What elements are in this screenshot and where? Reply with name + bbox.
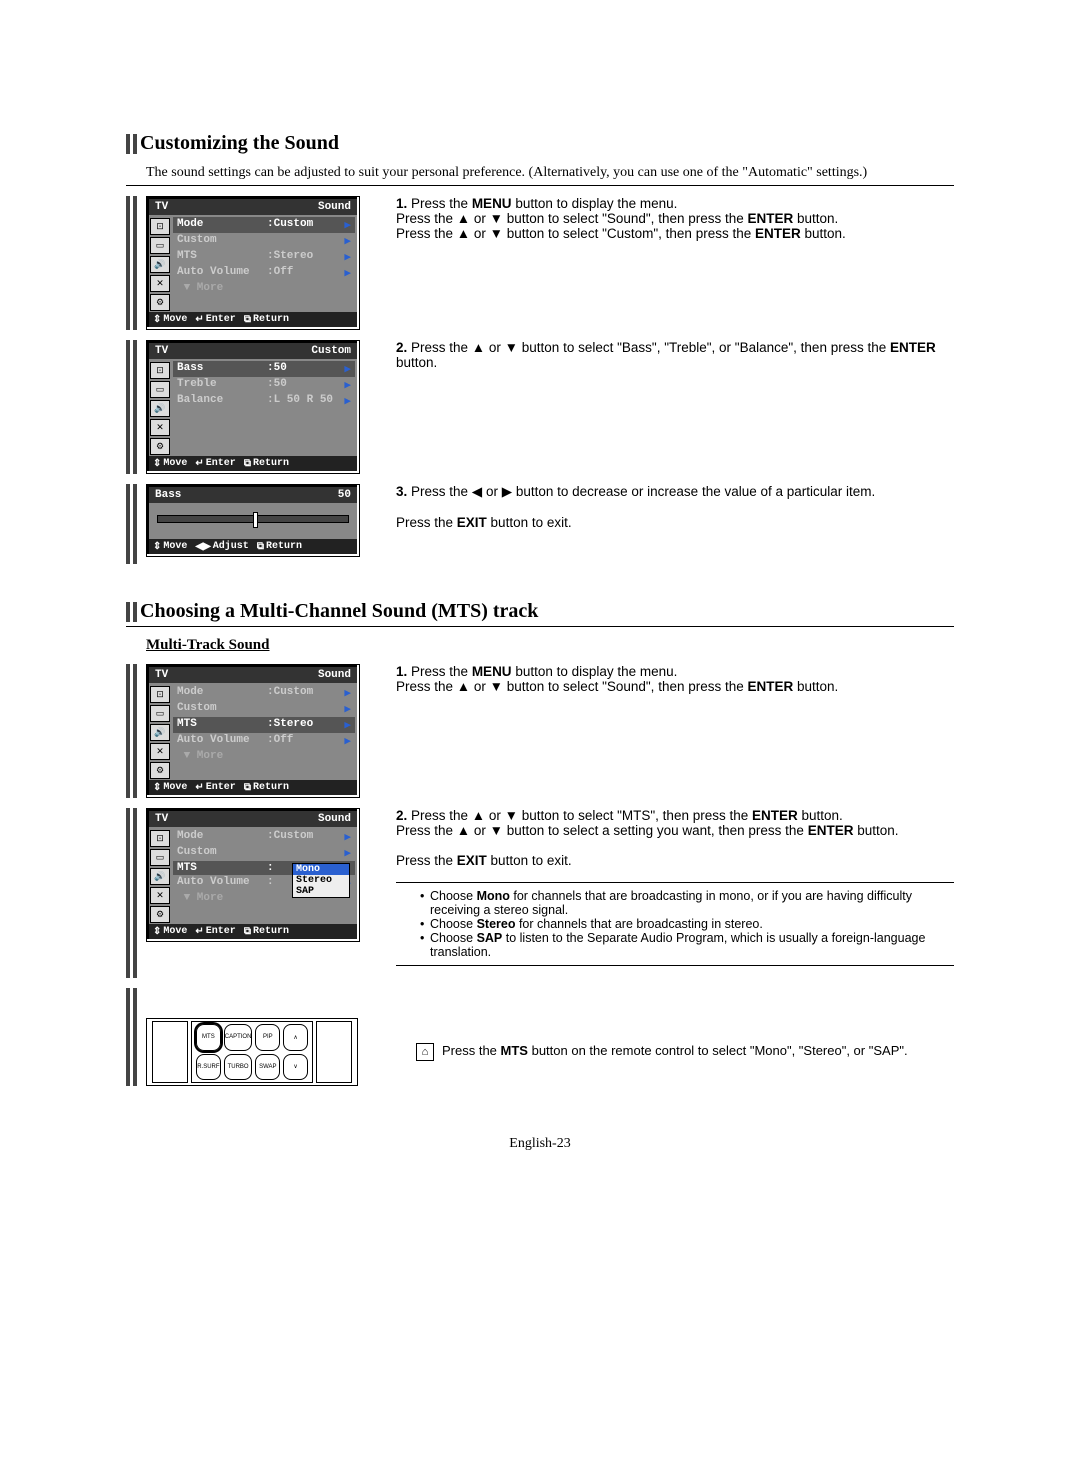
return-icon: ⧉ (257, 541, 264, 552)
tv-icon: ▭ (150, 237, 170, 254)
sliders-icon: ⚙ (150, 294, 170, 311)
osd-item-custom: Custom▶ (173, 701, 355, 717)
osd-item-mode: Mode: Custom▶ (173, 685, 355, 701)
osd-item-more: ▼ More (173, 281, 355, 295)
step-1: 1. Press the MENU button to display the … (396, 196, 954, 241)
osd-custom-menu: TV Custom ⊡ ▭ 🔊 ✕ ⚙ Bass : (146, 340, 360, 474)
osd-sound-menu-mts-open: TVSound ⊡ ▭ 🔊 ✕ ⚙ Mode: Custom▶ Custom▶ … (146, 808, 360, 942)
sliders-icon: ⚙ (150, 906, 170, 923)
setup-icon: ✕ (150, 743, 170, 760)
arrow-right-icon: ▶ (341, 394, 351, 408)
arrow-right-icon: ▶ (341, 218, 351, 232)
remote-swap-button: SWAP (255, 1054, 280, 1081)
step-2: 2. Press the ▲ or ▼ button to select "Ba… (396, 340, 954, 370)
move-icon: ⇕ (153, 458, 161, 469)
slider-name: Bass (155, 489, 181, 501)
slider-track (157, 515, 349, 523)
subsection-title: Multi-Track Sound (146, 637, 954, 654)
picture-icon: ⊡ (150, 830, 170, 847)
osd-item-custom: Custom▶ (173, 845, 355, 861)
arrow-right-icon: ▶ (341, 234, 351, 248)
sliders-icon: ⚙ (150, 438, 170, 455)
remote-pip-button: PIP (255, 1024, 280, 1051)
step-b1: 1. Press the MENU button to display the … (396, 664, 954, 694)
step-b2: 2. Press the ▲ or ▼ button to select "MT… (396, 808, 954, 868)
adjust-icon: ◀▶ (195, 541, 210, 552)
step-3: 3. Press the ◀ or ▶ button to decrease o… (396, 484, 954, 530)
osd-item-treble: Treble : 50 ▶ (173, 377, 355, 393)
osd-menu-title: Sound (318, 201, 351, 213)
move-icon: ⇕ (153, 314, 161, 325)
return-icon: ⧉ (244, 458, 251, 469)
osd-item-mts: MTS: Stereo▶ (173, 717, 355, 733)
osd-sidebar-icons: ⊡ ▭ 🔊 ✕ ⚙ (149, 359, 171, 456)
mts-option-sap: SAP (293, 886, 349, 897)
sound-icon: 🔊 (150, 400, 170, 417)
arrow-right-icon: ▶ (341, 362, 351, 376)
mts-option-mono: Mono (293, 864, 349, 875)
remote-rsurf-button: R.SURF (196, 1054, 221, 1081)
mts-submenu: Mono Stereo SAP (292, 863, 350, 898)
mts-notes: •Choose Mono for channels that are broad… (396, 882, 954, 966)
section-header: Choosing a Multi-Channel Sound (MTS) tra… (126, 600, 954, 623)
picture-icon: ⊡ (150, 218, 170, 235)
osd-item-custom: Custom ▶ (173, 233, 355, 249)
mts-option-stereo: Stereo (293, 875, 349, 886)
remote-turbo-button: TURBO (224, 1054, 253, 1081)
enter-icon: ↵ (195, 458, 203, 469)
remote-mts-button: MTS (196, 1024, 221, 1051)
remote-caption-button: CAPTION (224, 1024, 253, 1051)
osd-tv-label: TV (155, 201, 168, 213)
setup-icon: ✕ (150, 275, 170, 292)
slider-thumb (253, 512, 258, 528)
osd-item-autovolume: Auto Volume : Off ▶ (173, 265, 355, 281)
section-desc: The sound settings can be adjusted to su… (126, 161, 954, 186)
osd-item-more: ▼ More (173, 749, 355, 763)
osd-item-mode: Mode: Custom▶ (173, 829, 355, 845)
sound-icon: 🔊 (150, 256, 170, 273)
remote-tip-icon: ⌂ (416, 1043, 434, 1061)
remote-diagram: MTS CAPTION PIP ∧ R.SURF TURBO SWAP ∨ (146, 1018, 358, 1086)
arrow-right-icon: ▶ (341, 378, 351, 392)
osd-sidebar-icons: ⊡ ▭ 🔊 ✕ ⚙ (149, 215, 171, 312)
osd-item-mode: Mode : Custom ▶ (173, 217, 355, 233)
section-title: Choosing a Multi-Channel Sound (MTS) tra… (140, 600, 538, 623)
remote-ch-down-button: ∨ (283, 1054, 308, 1081)
sliders-icon: ⚙ (150, 762, 170, 779)
slider-value: 50 (338, 489, 351, 501)
move-icon: ⇕ (153, 541, 161, 552)
sound-icon: 🔊 (150, 868, 170, 885)
tv-icon: ▭ (150, 705, 170, 722)
remote-mts-note: ⌂ Press the MTS button on the remote con… (396, 1043, 954, 1061)
return-icon: ⧉ (244, 314, 251, 325)
page-number: English-23 (126, 1136, 954, 1152)
tv-icon: ▭ (150, 381, 170, 398)
setup-icon: ✕ (150, 419, 170, 436)
picture-icon: ⊡ (150, 362, 170, 379)
setup-icon: ✕ (150, 887, 170, 904)
arrow-right-icon: ▶ (341, 250, 351, 264)
osd-menu-title: Custom (311, 345, 351, 357)
remote-ch-up-button: ∧ (283, 1024, 308, 1051)
section-title: Customizing the Sound (140, 132, 339, 155)
tv-icon: ▭ (150, 849, 170, 866)
picture-icon: ⊡ (150, 686, 170, 703)
sound-icon: 🔊 (150, 724, 170, 741)
osd-item-bass: Bass : 50 ▶ (173, 361, 355, 377)
osd-tv-label: TV (155, 345, 168, 357)
osd-item-balance: Balance : L 50 R 50 ▶ (173, 393, 355, 409)
osd-sound-menu: TVSound ⊡ ▭ 🔊 ✕ ⚙ Mode: Custom▶ Custom▶ … (146, 664, 360, 798)
arrow-right-icon: ▶ (341, 266, 351, 280)
osd-item-mts: MTS : Stereo ▶ (173, 249, 355, 265)
enter-icon: ↵ (195, 314, 203, 325)
section-header: Customizing the Sound (126, 132, 954, 155)
osd-item-autovolume: Auto Volume: Off▶ (173, 733, 355, 749)
osd-bass-slider: Bass 50 ⇕Move ◀▶Adjust ⧉Return (146, 484, 360, 557)
osd-sound-menu: TV Sound ⊡ ▭ 🔊 ✕ ⚙ Mode : (146, 196, 360, 330)
